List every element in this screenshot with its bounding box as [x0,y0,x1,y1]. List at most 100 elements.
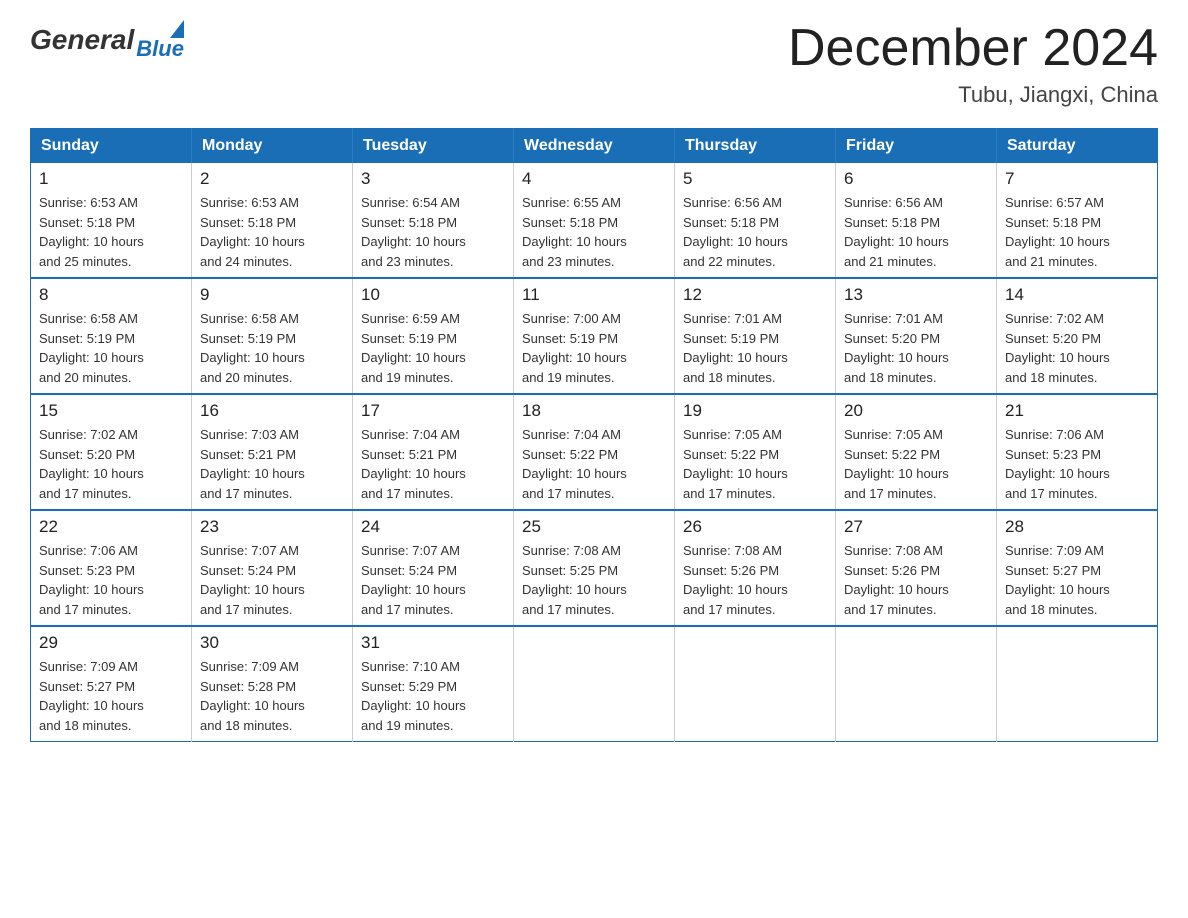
day-number: 29 [39,633,183,653]
calendar-table: SundayMondayTuesdayWednesdayThursdayFrid… [30,128,1158,742]
calendar-cell: 23 Sunrise: 7:07 AMSunset: 5:24 PMDaylig… [192,510,353,626]
calendar-cell: 4 Sunrise: 6:55 AMSunset: 5:18 PMDayligh… [514,163,675,278]
day-number: 21 [1005,401,1149,421]
page-subtitle: Tubu, Jiangxi, China [788,82,1158,108]
calendar-cell: 15 Sunrise: 7:02 AMSunset: 5:20 PMDaylig… [31,394,192,510]
day-number: 25 [522,517,666,537]
calendar-cell: 25 Sunrise: 7:08 AMSunset: 5:25 PMDaylig… [514,510,675,626]
calendar-week-row: 8 Sunrise: 6:58 AMSunset: 5:19 PMDayligh… [31,278,1158,394]
day-info: Sunrise: 6:53 AMSunset: 5:18 PMDaylight:… [39,193,183,271]
day-number: 31 [361,633,505,653]
calendar-week-row: 22 Sunrise: 7:06 AMSunset: 5:23 PMDaylig… [31,510,1158,626]
calendar-cell: 27 Sunrise: 7:08 AMSunset: 5:26 PMDaylig… [836,510,997,626]
calendar-cell: 18 Sunrise: 7:04 AMSunset: 5:22 PMDaylig… [514,394,675,510]
day-number: 5 [683,169,827,189]
calendar-week-row: 29 Sunrise: 7:09 AMSunset: 5:27 PMDaylig… [31,626,1158,742]
calendar-cell: 24 Sunrise: 7:07 AMSunset: 5:24 PMDaylig… [353,510,514,626]
calendar-week-row: 1 Sunrise: 6:53 AMSunset: 5:18 PMDayligh… [31,163,1158,278]
day-number: 8 [39,285,183,305]
calendar-cell: 21 Sunrise: 7:06 AMSunset: 5:23 PMDaylig… [997,394,1158,510]
day-number: 7 [1005,169,1149,189]
day-number: 14 [1005,285,1149,305]
day-number: 11 [522,285,666,305]
calendar-cell: 14 Sunrise: 7:02 AMSunset: 5:20 PMDaylig… [997,278,1158,394]
day-info: Sunrise: 6:53 AMSunset: 5:18 PMDaylight:… [200,193,344,271]
day-info: Sunrise: 6:58 AMSunset: 5:19 PMDaylight:… [200,309,344,387]
day-number: 26 [683,517,827,537]
day-number: 10 [361,285,505,305]
calendar-cell: 20 Sunrise: 7:05 AMSunset: 5:22 PMDaylig… [836,394,997,510]
day-info: Sunrise: 7:01 AMSunset: 5:20 PMDaylight:… [844,309,988,387]
calendar-cell: 29 Sunrise: 7:09 AMSunset: 5:27 PMDaylig… [31,626,192,742]
day-info: Sunrise: 7:08 AMSunset: 5:26 PMDaylight:… [683,541,827,619]
day-info: Sunrise: 7:05 AMSunset: 5:22 PMDaylight:… [683,425,827,503]
calendar-cell: 30 Sunrise: 7:09 AMSunset: 5:28 PMDaylig… [192,626,353,742]
day-number: 2 [200,169,344,189]
day-info: Sunrise: 6:58 AMSunset: 5:19 PMDaylight:… [39,309,183,387]
calendar-header-row: SundayMondayTuesdayWednesdayThursdayFrid… [31,129,1158,164]
calendar-week-row: 15 Sunrise: 7:02 AMSunset: 5:20 PMDaylig… [31,394,1158,510]
day-info: Sunrise: 7:09 AMSunset: 5:28 PMDaylight:… [200,657,344,735]
day-number: 22 [39,517,183,537]
calendar-cell: 13 Sunrise: 7:01 AMSunset: 5:20 PMDaylig… [836,278,997,394]
calendar-cell: 19 Sunrise: 7:05 AMSunset: 5:22 PMDaylig… [675,394,836,510]
day-number: 27 [844,517,988,537]
day-number: 4 [522,169,666,189]
day-info: Sunrise: 7:06 AMSunset: 5:23 PMDaylight:… [1005,425,1149,503]
day-number: 30 [200,633,344,653]
day-info: Sunrise: 7:00 AMSunset: 5:19 PMDaylight:… [522,309,666,387]
day-number: 1 [39,169,183,189]
day-number: 3 [361,169,505,189]
day-info: Sunrise: 7:02 AMSunset: 5:20 PMDaylight:… [1005,309,1149,387]
day-info: Sunrise: 7:02 AMSunset: 5:20 PMDaylight:… [39,425,183,503]
day-info: Sunrise: 7:03 AMSunset: 5:21 PMDaylight:… [200,425,344,503]
calendar-cell: 8 Sunrise: 6:58 AMSunset: 5:19 PMDayligh… [31,278,192,394]
day-info: Sunrise: 7:08 AMSunset: 5:26 PMDaylight:… [844,541,988,619]
page-title: December 2024 [788,20,1158,77]
day-info: Sunrise: 7:07 AMSunset: 5:24 PMDaylight:… [361,541,505,619]
header-monday: Monday [192,129,353,164]
day-number: 23 [200,517,344,537]
calendar-cell: 11 Sunrise: 7:00 AMSunset: 5:19 PMDaylig… [514,278,675,394]
day-info: Sunrise: 6:56 AMSunset: 5:18 PMDaylight:… [844,193,988,271]
day-info: Sunrise: 6:56 AMSunset: 5:18 PMDaylight:… [683,193,827,271]
day-info: Sunrise: 6:57 AMSunset: 5:18 PMDaylight:… [1005,193,1149,271]
title-area: December 2024 Tubu, Jiangxi, China [788,20,1158,108]
calendar-cell: 9 Sunrise: 6:58 AMSunset: 5:19 PMDayligh… [192,278,353,394]
day-number: 12 [683,285,827,305]
day-info: Sunrise: 6:59 AMSunset: 5:19 PMDaylight:… [361,309,505,387]
day-number: 15 [39,401,183,421]
day-info: Sunrise: 7:09 AMSunset: 5:27 PMDaylight:… [39,657,183,735]
calendar-cell: 1 Sunrise: 6:53 AMSunset: 5:18 PMDayligh… [31,163,192,278]
day-info: Sunrise: 6:54 AMSunset: 5:18 PMDaylight:… [361,193,505,271]
logo-general-text: General [30,24,134,56]
calendar-cell: 10 Sunrise: 6:59 AMSunset: 5:19 PMDaylig… [353,278,514,394]
calendar-cell: 17 Sunrise: 7:04 AMSunset: 5:21 PMDaylig… [353,394,514,510]
day-info: Sunrise: 7:10 AMSunset: 5:29 PMDaylight:… [361,657,505,735]
day-number: 19 [683,401,827,421]
calendar-cell: 3 Sunrise: 6:54 AMSunset: 5:18 PMDayligh… [353,163,514,278]
day-info: Sunrise: 7:08 AMSunset: 5:25 PMDaylight:… [522,541,666,619]
day-number: 13 [844,285,988,305]
calendar-cell [514,626,675,742]
header-sunday: Sunday [31,129,192,164]
calendar-cell: 5 Sunrise: 6:56 AMSunset: 5:18 PMDayligh… [675,163,836,278]
calendar-cell: 7 Sunrise: 6:57 AMSunset: 5:18 PMDayligh… [997,163,1158,278]
day-info: Sunrise: 6:55 AMSunset: 5:18 PMDaylight:… [522,193,666,271]
day-number: 17 [361,401,505,421]
calendar-cell: 6 Sunrise: 6:56 AMSunset: 5:18 PMDayligh… [836,163,997,278]
day-info: Sunrise: 7:09 AMSunset: 5:27 PMDaylight:… [1005,541,1149,619]
header-tuesday: Tuesday [353,129,514,164]
day-info: Sunrise: 7:01 AMSunset: 5:19 PMDaylight:… [683,309,827,387]
logo: General Blue [30,20,184,60]
calendar-cell [675,626,836,742]
page-header: General Blue December 2024 Tubu, Jiangxi… [30,20,1158,108]
calendar-cell: 31 Sunrise: 7:10 AMSunset: 5:29 PMDaylig… [353,626,514,742]
logo-blue-text: Blue [136,38,184,60]
day-info: Sunrise: 7:05 AMSunset: 5:22 PMDaylight:… [844,425,988,503]
header-wednesday: Wednesday [514,129,675,164]
day-info: Sunrise: 7:07 AMSunset: 5:24 PMDaylight:… [200,541,344,619]
calendar-cell: 26 Sunrise: 7:08 AMSunset: 5:26 PMDaylig… [675,510,836,626]
calendar-cell: 22 Sunrise: 7:06 AMSunset: 5:23 PMDaylig… [31,510,192,626]
calendar-cell [997,626,1158,742]
